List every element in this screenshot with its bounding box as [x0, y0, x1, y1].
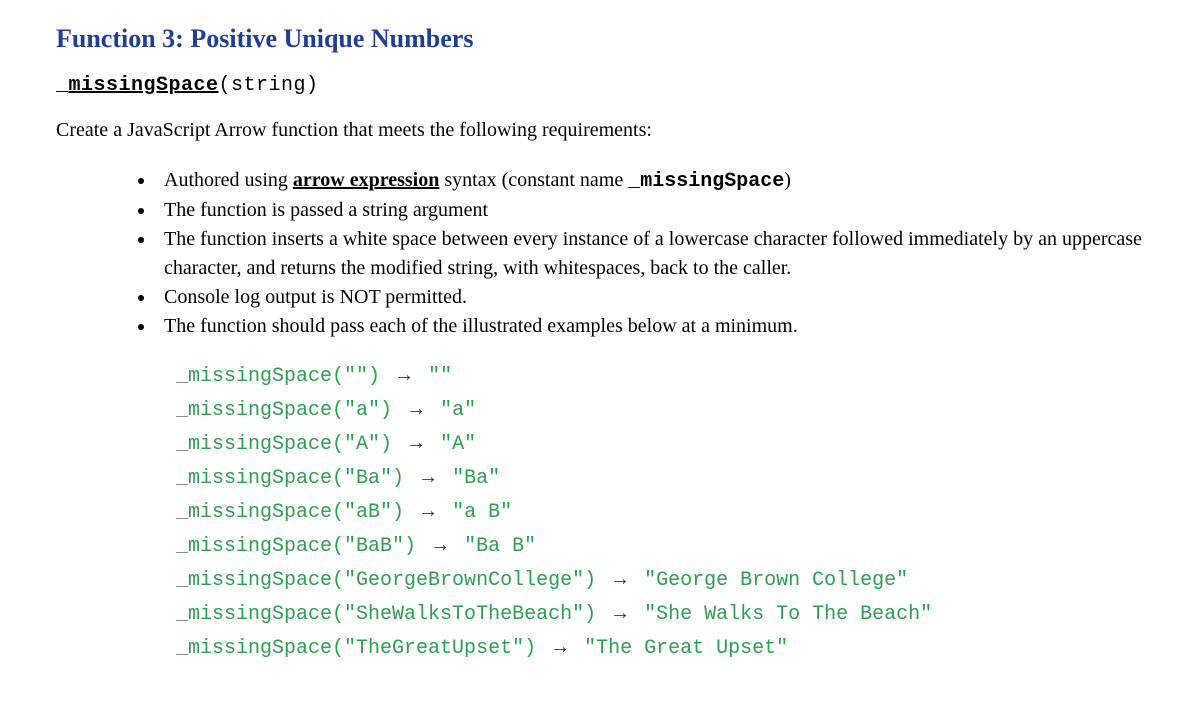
- example-call: missingSpace("GeorgeBrownCollege"): [188, 565, 608, 597]
- example-call: missingSpace("a"): [188, 395, 404, 427]
- list-item: The function should pass each of the ill…: [156, 312, 1144, 341]
- example-line: _missingSpace("BaB") → "Ba B": [176, 529, 1144, 563]
- bullet-text: syntax (constant name: [439, 169, 628, 191]
- example-line: _missingSpace("Ba") → "Ba": [176, 461, 1144, 495]
- list-item: The function inserts a white space betwe…: [156, 225, 1144, 283]
- arrow-icon: →: [608, 563, 632, 595]
- example-call: missingSpace("Ba"): [188, 463, 416, 495]
- arrow-icon: →: [392, 359, 416, 391]
- example-result: "": [416, 361, 452, 393]
- list-item: The function is passed a string argument: [156, 196, 1144, 225]
- arrow-icon: →: [416, 495, 440, 527]
- example-call: missingSpace("A"): [188, 429, 404, 461]
- underscore-prefix: _: [176, 599, 188, 631]
- example-call: missingSpace(""): [188, 361, 392, 393]
- underscore-prefix: _: [176, 531, 188, 563]
- underscore-prefix: _: [176, 497, 188, 529]
- section-heading: Function 3: Positive Unique Numbers: [56, 24, 1144, 54]
- requirements-list: Authored using arrow expression syntax (…: [56, 166, 1144, 341]
- arrow-icon: →: [608, 597, 632, 629]
- example-result: "Ba": [440, 463, 500, 495]
- example-line: _missingSpace("TheGreatUpset") → "The Gr…: [176, 631, 1144, 665]
- example-result: "The Great Upset": [572, 633, 788, 665]
- arrow-icon: →: [404, 393, 428, 425]
- underscore-prefix: _: [176, 565, 188, 597]
- bullet-text: ): [784, 169, 791, 191]
- example-line: _missingSpace("a") → "a": [176, 393, 1144, 427]
- intro-text: Create a JavaScript Arrow function that …: [56, 119, 1144, 142]
- example-result: "Ba B": [452, 531, 536, 563]
- underscore-prefix: _: [56, 74, 69, 97]
- example-line: _missingSpace("A") → "A": [176, 427, 1144, 461]
- constant-name: _missingSpace: [628, 170, 784, 193]
- function-signature: _missingSpace(string): [56, 74, 1144, 97]
- arrow-icon: →: [416, 461, 440, 493]
- function-params: (string): [219, 74, 319, 97]
- arrow-icon: →: [404, 427, 428, 459]
- examples-block: _missingSpace("") → "" _missingSpace("a"…: [56, 359, 1144, 665]
- example-line: _missingSpace("") → "": [176, 359, 1144, 393]
- example-result: "A": [428, 429, 476, 461]
- underscore-prefix: _: [176, 395, 188, 427]
- example-result: "She Walks To The Beach": [632, 599, 932, 631]
- example-result: "George Brown College": [632, 565, 908, 597]
- example-call: missingSpace("TheGreatUpset"): [188, 633, 548, 665]
- example-result: "a B": [440, 497, 512, 529]
- list-item: Console log output is NOT permitted.: [156, 283, 1144, 312]
- example-line: _missingSpace("SheWalksToTheBeach") → "S…: [176, 597, 1144, 631]
- list-item: Authored using arrow expression syntax (…: [156, 166, 1144, 196]
- arrow-expression-emphasis: arrow expression: [293, 169, 439, 191]
- example-result: "a": [428, 395, 476, 427]
- underscore-prefix: _: [176, 633, 188, 665]
- arrow-icon: →: [548, 631, 572, 663]
- underscore-prefix: _: [176, 429, 188, 461]
- example-call: missingSpace("BaB"): [188, 531, 428, 563]
- underscore-prefix: _: [176, 361, 188, 393]
- example-call: missingSpace("aB"): [188, 497, 416, 529]
- bullet-text: Authored using: [164, 169, 293, 191]
- arrow-icon: →: [428, 529, 452, 561]
- example-call: missingSpace("SheWalksToTheBeach"): [188, 599, 608, 631]
- example-line: _missingSpace("GeorgeBrownCollege") → "G…: [176, 563, 1144, 597]
- underscore-prefix: _: [176, 463, 188, 495]
- example-line: _missingSpace("aB") → "a B": [176, 495, 1144, 529]
- function-name: missingSpace: [69, 74, 219, 97]
